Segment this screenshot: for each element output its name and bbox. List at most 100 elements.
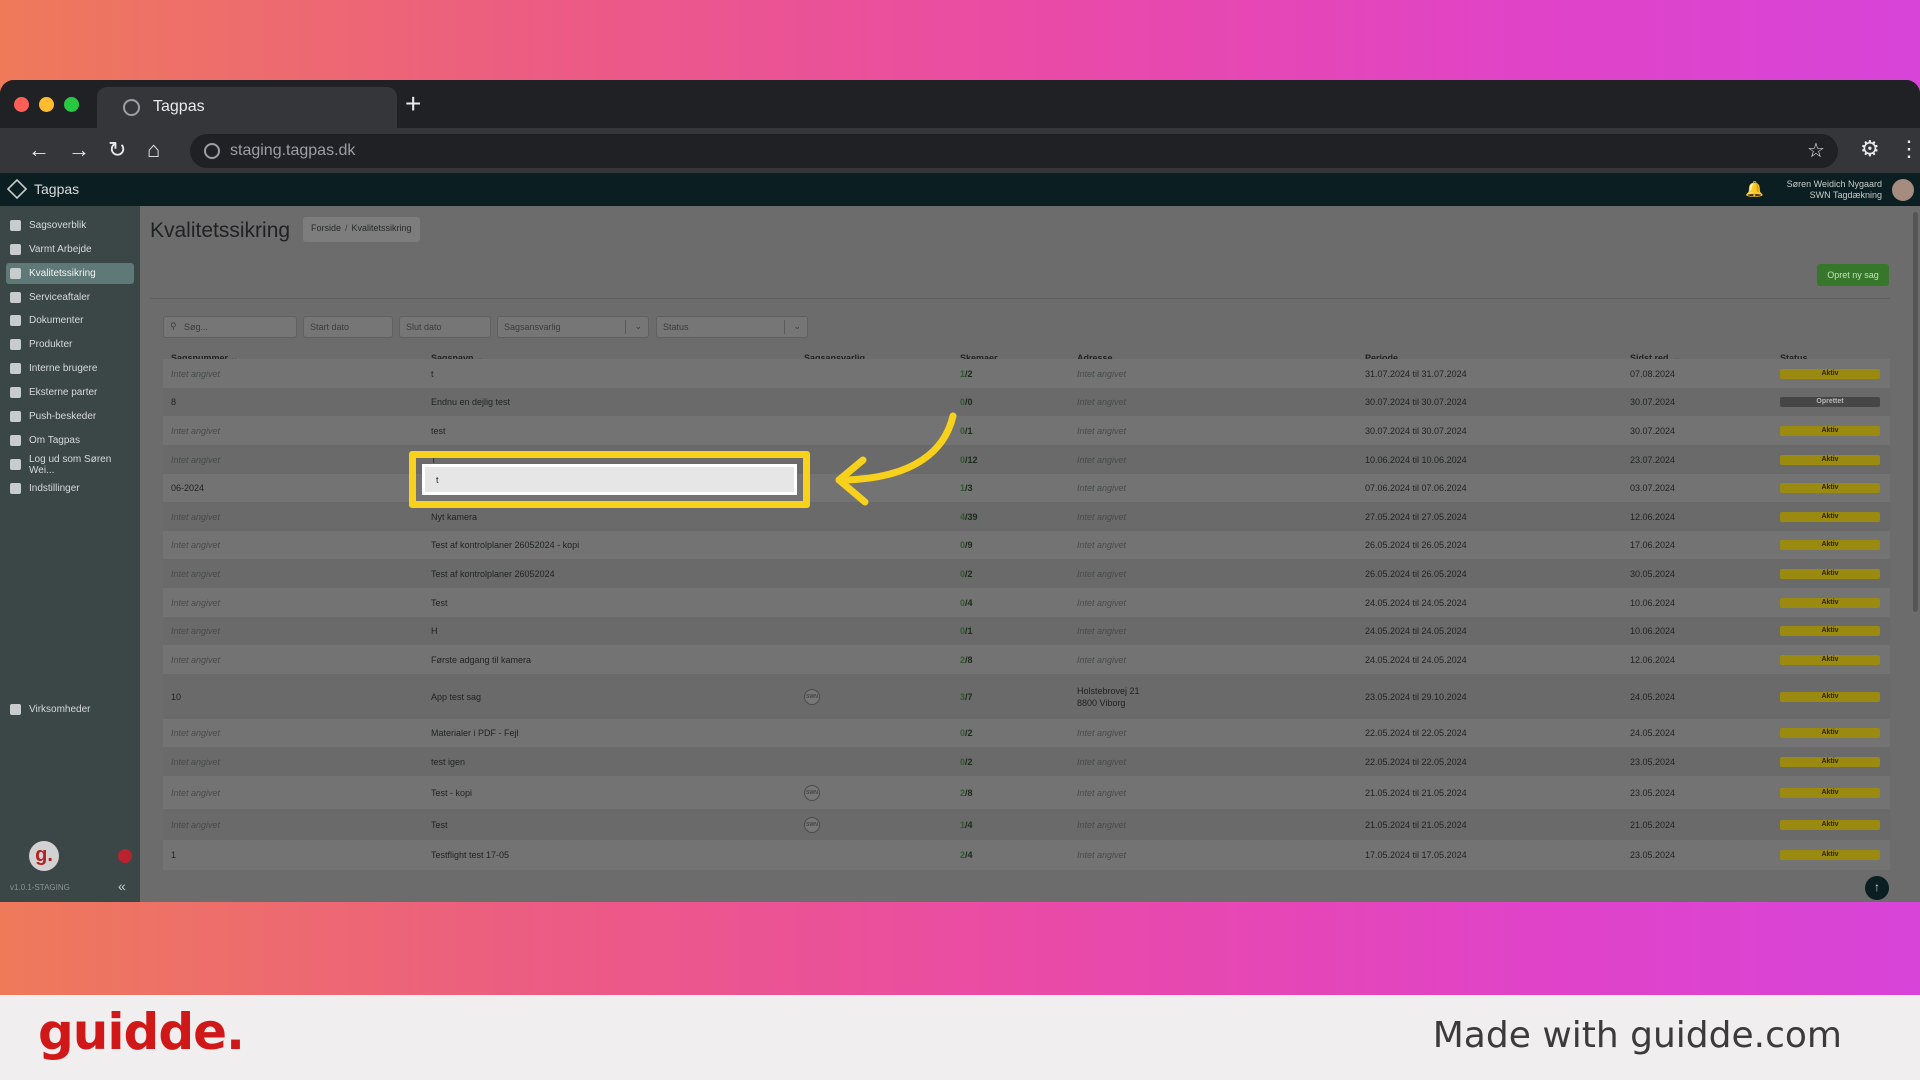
language-flag-icon[interactable] [118,849,132,863]
user-info[interactable]: Søren Weidich Nygaard SWN Tagdækning [1787,179,1882,201]
create-case-button[interactable]: Opret ny sag [1817,264,1889,286]
period: 27.05.2024 til 27.05.2024 [1365,512,1467,522]
sidebar-item-produkter[interactable]: Produkter [6,334,134,355]
notifications-bell-icon[interactable]: 🔔 [1745,180,1764,198]
table-row[interactable]: 8 Endnu en dejlig test 0/0 Intet angivet 30.… [163,388,1890,416]
sidebar-item-label: Om Tagpas [29,435,80,446]
sidebar-item-indstillinger[interactable]: Indstillinger [6,478,134,499]
sidebar-item-label: Kvalitetssikring [29,268,96,279]
sidebar-item-om-tagpas[interactable]: Om Tagpas [6,430,134,451]
table-row[interactable]: Intet angivet Test 0/4 Intet angivet 24.05.2… [163,588,1890,617]
address: Intet angivet [1077,757,1127,767]
table-row[interactable]: 1 Testflight test 17-05 2/4 Intet angivet 17… [163,840,1890,870]
tagpas-app: Tagpas 🔔 Søren Weidich Nygaard SWN Tagdæ… [0,173,1920,902]
status-badge: Aktiv [1780,569,1880,579]
sidebar-item-interne-brugere[interactable]: Interne brugere [6,358,134,379]
case-number: Intet angivet [171,512,221,522]
schemas-count: 0/0 [960,397,973,407]
period: 24.05.2024 til 24.05.2024 [1365,626,1467,636]
last-edited: 12.06.2024 [1630,655,1676,665]
users-icon [10,387,21,398]
browser-menu-icon[interactable]: ⋮ [1898,136,1920,162]
start-date-placeholder: Start dato [310,322,350,332]
table-row[interactable]: Intet angivet test 0/1 Intet angivet 30.07.2… [163,416,1890,445]
app-header: Tagpas 🔔 Søren Weidich Nygaard SWN Tagdæ… [0,173,1920,206]
browser-toolbar: ← → ↻ ⌂ staging.tagpas.dk ☆ ⚙ ⋮ [0,128,1920,173]
period: 22.05.2024 til 22.05.2024 [1365,728,1467,738]
maximize-window-button[interactable] [64,97,79,112]
table-row[interactable]: Intet angivet H 0/1 Intet angivet 24.05.2024… [163,617,1890,645]
sidebar-item-dokumenter[interactable]: Dokumenter [6,310,134,331]
forward-icon[interactable]: → [68,137,90,163]
camera-icon [10,268,21,279]
responsible-select[interactable]: Sagsansvarlig ⌄ [497,316,649,338]
sidebar-item-push-beskeder[interactable]: Push-beskeder [6,406,134,427]
table-row[interactable]: 10 App test sag SWN 3/7 Holstebrovej 21 8800 … [163,674,1890,719]
case-number: Intet angivet [171,728,221,738]
table-row[interactable]: Intet angivet Test - kopi SWN 2/8 Intet angi… [163,776,1890,809]
last-edited: 12.06.2024 [1630,512,1676,522]
table-row[interactable]: Intet angivet Test af kontrolplaner 26052… [163,559,1890,588]
status-select[interactable]: Status ⌄ [656,316,808,338]
case-number: Intet angivet [171,369,221,379]
table-row[interactable]: Intet angivet Test af kontrolplaner 26052… [163,531,1890,559]
status-badge: Aktiv [1780,598,1880,608]
collapse-sidebar-icon[interactable]: « [118,878,126,894]
last-edited: 21.05.2024 [1630,820,1676,830]
company-avatar[interactable]: g. [29,841,59,871]
table-row[interactable]: Intet angivet Materialer i PDF - Fejl 0/2 I… [163,719,1890,747]
sidebar-item-varmt-arbejde[interactable]: Varmt Arbejde [6,239,134,260]
site-info-icon[interactable] [204,143,220,159]
page-scrollbar[interactable] [1913,212,1918,612]
sidebar-item-kvalitetssikring[interactable]: Kvalitetssikring [6,263,134,284]
reload-icon[interactable]: ↻ [108,137,126,163]
minimize-window-button[interactable] [39,97,54,112]
table-row[interactable]: Intet angivet test igen 0/2 Intet angivet 22… [163,747,1890,776]
app-brand[interactable]: Tagpas [6,178,79,200]
scroll-to-top-button[interactable]: ↑ [1865,876,1889,900]
address-bar[interactable]: staging.tagpas.dk [190,134,1838,168]
extensions-icon[interactable]: ⚙ [1860,136,1880,162]
case-name: Test [431,598,448,608]
browser-tab[interactable]: Tagpas [97,87,397,128]
sidebar-item-logout[interactable]: Log ud som Søren Wei... [6,454,134,476]
last-edited: 24.05.2024 [1630,692,1676,702]
select-separator [625,320,626,334]
schemas-total: 1 [967,426,973,436]
last-edited: 10.06.2024 [1630,598,1676,608]
period: 22.05.2024 til 22.05.2024 [1365,757,1467,767]
close-window-button[interactable] [14,97,29,112]
background-band [0,900,1920,995]
table-row[interactable]: Intet angivet Første adgang til kamera 2/8… [163,645,1890,674]
sidebar-item-eksterne-parter[interactable]: Eksterne parter [6,382,134,403]
folder-icon [10,315,21,326]
table-row[interactable]: Intet angivet Test SWN 1/4 Intet angivet 21.0… [163,809,1890,840]
bell-icon [10,411,21,422]
new-tab-button[interactable]: + [405,88,421,120]
sidebar-item-virksomheder[interactable]: Virksomheder [6,699,134,720]
case-name: Endnu en dejlig test [431,397,511,407]
schemas-count: 1/2 [960,369,973,379]
case-name: Nyt kamera [431,512,478,522]
address: Intet angivet [1077,788,1127,798]
search-input[interactable]: ⚲ Søg... [163,316,297,338]
status-badge: Aktiv [1780,512,1880,522]
back-icon[interactable]: ← [28,137,50,163]
avatar[interactable] [1892,179,1914,201]
highlighted-case-name[interactable]: t [422,464,797,495]
breadcrumb-home[interactable]: Forside [311,223,341,233]
case-number: 8 [171,397,177,407]
sidebar-item-sagsoverblik[interactable]: Sagsoverblik [6,215,134,236]
end-date-field[interactable]: Slut dato [399,316,491,338]
period: 07.06.2024 til 07.06.2024 [1365,483,1467,493]
bookmark-star-icon[interactable]: ☆ [1807,138,1825,163]
table-row[interactable]: Intet angivet t 1/2 Intet angivet 31.07.2024… [163,359,1890,388]
responsible-avatar: SWN [804,689,820,705]
schemas-total: 9 [967,540,973,550]
address: Intet angivet [1077,655,1127,665]
home-icon[interactable]: ⌂ [147,137,160,163]
sidebar-item-serviceaftaler[interactable]: Serviceaftaler [6,287,134,308]
case-number: 10 [171,692,182,702]
url-text: staging.tagpas.dk [230,142,356,159]
start-date-field[interactable]: Start dato [303,316,393,338]
